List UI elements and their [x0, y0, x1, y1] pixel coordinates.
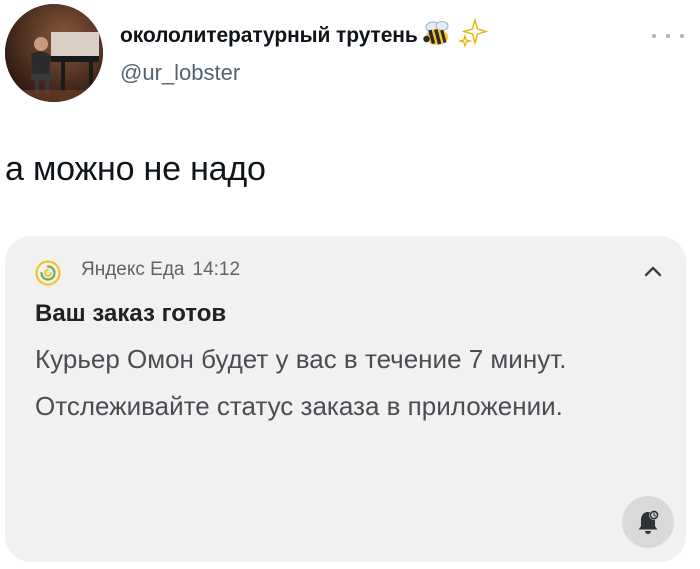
chevron-up-icon[interactable]: [641, 260, 665, 284]
display-name[interactable]: окололитературный трутень: [120, 24, 418, 48]
tweet-author: окололитературный трутень @ur_lobster: [120, 17, 489, 86]
bell-snooze-icon: [638, 510, 659, 534]
notification-time: 14:12: [192, 259, 241, 280]
notification-app-info: Яндекс Еда 14:12: [81, 259, 240, 281]
more-dots-icon[interactable]: [652, 28, 684, 44]
tweet-text: а можно не надо: [5, 150, 266, 188]
sparkles-icon: [457, 17, 489, 53]
bee-icon: [421, 18, 455, 53]
user-avatar[interactable]: [5, 4, 103, 102]
display-name-row: окололитературный трутень: [120, 17, 489, 53]
yandex-eda-logo-icon: [35, 260, 61, 286]
user-handle[interactable]: @ur_lobster: [120, 60, 488, 86]
notification-body: Курьер Омон будет у вас в течение 7 мину…: [35, 344, 567, 421]
snooze-button[interactable]: [622, 496, 674, 548]
notification-card[interactable]: Яндекс Еда 14:12 Ваш заказ готов Курьер О…: [5, 236, 686, 562]
avatar-photo: [5, 4, 103, 102]
notification-title: Ваш заказ готов: [35, 300, 227, 327]
app-name: Яндекс Еда: [81, 259, 185, 280]
